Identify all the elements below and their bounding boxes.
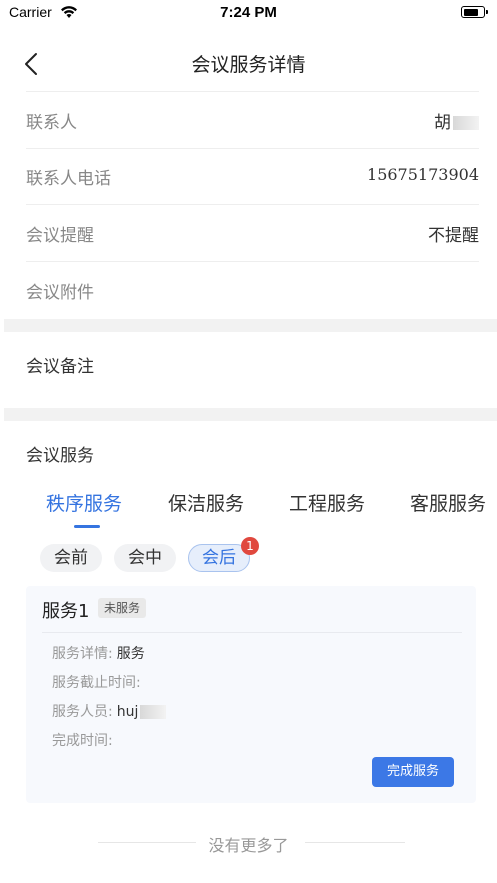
contact-phone-value: 15675173904 xyxy=(367,165,479,184)
services-title: 会议服务 xyxy=(26,446,94,466)
reminder-value: 不提醒 xyxy=(428,226,479,246)
tab-engineering-service[interactable]: 工程服务 xyxy=(289,489,365,516)
section-divider xyxy=(4,319,497,332)
staff-label: 服务人员: xyxy=(52,704,113,720)
detail-row: 服务详情: 服务 xyxy=(52,643,145,663)
reminder-row[interactable]: 会议提醒 不提醒 xyxy=(26,205,479,262)
attachment-row[interactable]: 会议附件 xyxy=(26,262,479,318)
service-card: 服务1 未服务 服务详情: 服务 服务截止时间: 服务人员: huj 完成时间: 完… xyxy=(26,586,476,803)
completion-time-label: 完成时间: xyxy=(52,733,113,749)
phase-before-chip[interactable]: 会前 xyxy=(40,544,102,572)
attachment-label: 会议附件 xyxy=(26,283,94,303)
active-tab-indicator xyxy=(74,525,100,528)
page-title: 会议服务详情 xyxy=(191,54,306,76)
deadline-row: 服务截止时间: xyxy=(52,672,145,692)
detail-value: 服务 xyxy=(116,646,145,662)
status-bar: Carrier 7:24 PM xyxy=(0,0,497,26)
notification-badge: 1 xyxy=(241,537,259,555)
tab-cleaning-service[interactable]: 保洁服务 xyxy=(168,489,244,516)
contact-phone-label: 联系人电话 xyxy=(26,169,111,189)
service-status-badge: 未服务 xyxy=(98,598,147,618)
status-time: 7:24 PM xyxy=(220,4,277,21)
contact-phone-row: 联系人电话 15675173904 xyxy=(26,148,479,205)
reminder-label: 会议提醒 xyxy=(26,226,94,246)
remark-label: 会议备注 xyxy=(26,357,94,377)
phase-during-chip[interactable]: 会中 xyxy=(114,544,176,572)
masked-text xyxy=(140,705,167,719)
tab-customer-service[interactable]: 客服服务 xyxy=(410,489,497,516)
battery-icon xyxy=(461,6,488,18)
service-title: 服务1 xyxy=(42,601,90,622)
detail-label: 服务详情: xyxy=(52,646,113,662)
section-divider xyxy=(4,408,497,421)
contact-row: 联系人 胡 xyxy=(26,91,479,149)
completion-time-row: 完成时间: xyxy=(52,730,117,750)
masked-text xyxy=(453,116,479,130)
staff-row: 服务人员: huj xyxy=(52,701,167,721)
complete-service-button[interactable]: 完成服务 xyxy=(372,757,454,787)
no-more-text: 没有更多了 xyxy=(208,836,289,855)
contact-label: 联系人 xyxy=(26,113,77,133)
contact-name: 胡 xyxy=(434,113,451,133)
contact-value: 胡 xyxy=(434,108,479,133)
tab-order-service[interactable]: 秩序服务 xyxy=(46,489,122,516)
deadline-label: 服务截止时间: xyxy=(52,675,141,691)
staff-value: huj xyxy=(116,704,139,720)
card-divider xyxy=(42,632,462,633)
